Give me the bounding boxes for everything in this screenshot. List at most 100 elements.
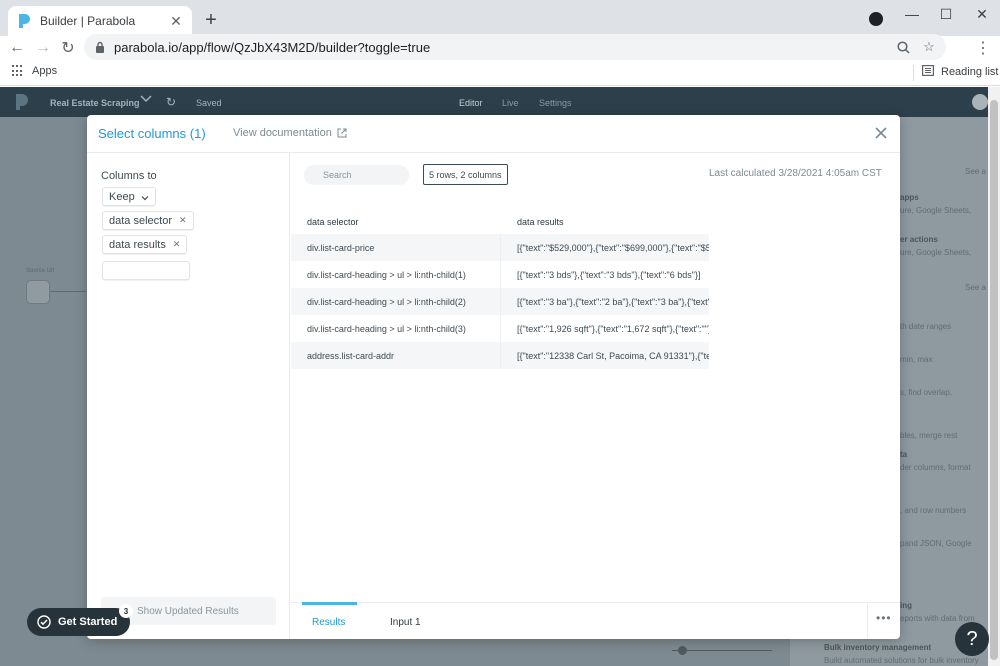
side-panel-text: eports with data from	[900, 614, 975, 623]
browser-menu-icon[interactable]: ⋮	[974, 37, 992, 59]
new-tab-icon[interactable]: +	[200, 9, 222, 31]
table-cell[interactable]: div.list-card-heading > ul > li:nth-chil…	[291, 288, 501, 315]
browser-tabstrip: Builder | Parabola ✕ + — ☐ ✕	[0, 0, 1000, 36]
table-row: address.list-card-addr [{"text":"12338 C…	[291, 342, 709, 369]
project-name: Real Estate Scraping	[50, 98, 140, 108]
side-panel-text[interactable]: See a	[965, 283, 986, 292]
table-cell[interactable]: [{"text":"3 ba"},{"text":"2 ba"},{"text"…	[501, 288, 709, 315]
tab-results[interactable]: Results	[312, 617, 345, 628]
table-cell[interactable]: [{"text":"12338 Carl St, Pacoima, CA 913…	[501, 342, 709, 369]
side-panel-text[interactable]: Bulk inventory management	[824, 643, 931, 652]
table-cell[interactable]: [{"text":"3 bds"},{"text":"3 bds"},{"tex…	[501, 261, 709, 288]
saved-status: Saved	[196, 98, 222, 108]
view-documentation-label: View documentation	[233, 127, 332, 139]
maximize-icon[interactable]: ☐	[928, 0, 964, 28]
more-options-icon[interactable]: •••	[876, 611, 892, 625]
bookmarks-bar: Apps Reading list	[0, 60, 1000, 86]
zoom-slider-handle[interactable]	[678, 646, 687, 655]
forward-icon[interactable]: →	[32, 37, 54, 59]
canvas-node-label: Source Url	[26, 268, 55, 274]
results-pane: 5 rows, 2 columns Last calculated 3/28/2…	[291, 153, 900, 639]
external-link-icon	[337, 128, 347, 138]
tab-live[interactable]: Live	[502, 98, 519, 108]
app-topbar: Real Estate Scraping ↻ Saved Editor Live…	[0, 87, 988, 117]
table-cell[interactable]: div.list-card-heading > ul > li:nth-chil…	[291, 261, 501, 288]
chevron-down-icon	[141, 193, 149, 201]
parabola-favicon-icon	[16, 13, 32, 29]
table-row: div.list-card-heading > ul > li:nth-chil…	[291, 288, 709, 315]
apps-grid-icon	[12, 65, 24, 77]
remove-column-icon[interactable]: ✕	[173, 239, 181, 250]
bookmark-star-icon[interactable]: ☆	[918, 36, 940, 58]
side-panel-text: pand JSON, Google	[900, 539, 972, 548]
side-panel-text: ure, Google Sheets,	[900, 248, 972, 257]
lock-icon	[94, 41, 106, 53]
zoom-slider-track[interactable]	[672, 650, 772, 651]
refresh-icon[interactable]: ↻	[166, 95, 176, 109]
column-chip-data-results[interactable]: data results ✕	[102, 235, 188, 254]
modal-close-icon[interactable]	[873, 125, 889, 141]
browser-toolbar: ← → ↻ parabola.io/app/flow/QzJbX43M2D/bu…	[0, 34, 1000, 60]
add-column-input[interactable]	[102, 261, 190, 280]
reload-icon[interactable]: ↻	[57, 37, 79, 59]
keep-mode-dropdown[interactable]: Keep	[102, 187, 156, 206]
apps-label: Apps	[32, 65, 58, 77]
profile-indicator-icon[interactable]	[869, 12, 883, 26]
table-header-cell[interactable]: data results	[501, 210, 709, 234]
zoom-icon[interactable]	[892, 36, 914, 58]
keep-mode-value: Keep	[109, 190, 135, 203]
rows-columns-badge: 5 rows, 2 columns	[423, 164, 508, 185]
check-circle-icon	[37, 615, 51, 629]
table-row: div.list-card-heading > ul > li:nth-chil…	[291, 315, 709, 342]
modal-header: Select columns (1) View documentation	[87, 115, 900, 153]
remove-column-icon[interactable]: ✕	[179, 215, 187, 226]
page-scrollbar-thumb[interactable]	[990, 100, 998, 660]
last-calculated-text: Last calculated 3/28/2021 4:05am CST	[709, 168, 882, 179]
column-chip-label: data selector	[109, 214, 172, 227]
table-header-row: data selector data results	[291, 210, 709, 234]
tab-input-1[interactable]: Input 1	[390, 617, 421, 628]
help-button[interactable]: ?	[955, 622, 989, 656]
table-header-cell[interactable]: data selector	[291, 210, 501, 234]
browser-tab[interactable]: Builder | Parabola ✕	[8, 6, 192, 36]
side-panel-text: s, find overlap,	[900, 388, 953, 397]
minimize-icon[interactable]: —	[894, 0, 930, 28]
table-row: div.list-card-heading > ul > li:nth-chil…	[291, 261, 709, 288]
avatar[interactable]	[972, 94, 988, 110]
view-documentation-link[interactable]: View documentation	[233, 127, 347, 139]
canvas-connector	[50, 291, 86, 292]
table-cell[interactable]: [{"text":"$529,000"},{"text":"$699,000"}…	[501, 234, 709, 261]
show-updated-results-label: Show Updated Results	[137, 605, 239, 617]
side-panel-text: ure, Google Sheets,	[900, 206, 972, 215]
modal-title: Select columns (1)	[98, 126, 206, 141]
tab-title: Builder | Parabola	[40, 14, 136, 28]
tab-settings[interactable]: Settings	[539, 98, 572, 108]
get-started-button[interactable]: Get Started	[27, 608, 130, 636]
tab-editor[interactable]: Editor	[459, 98, 483, 108]
reading-list-button[interactable]: Reading list	[922, 65, 998, 79]
select-columns-modal: Select columns (1) View documentation Co…	[87, 115, 900, 639]
side-panel-text: bles, merge rest	[900, 431, 958, 440]
search-input[interactable]	[304, 165, 409, 185]
settings-pane: Columns to Keep data selector ✕ data res…	[87, 153, 290, 639]
columns-to-label: Columns to	[101, 170, 157, 182]
table-cell[interactable]: div.list-card-heading > ul > li:nth-chil…	[291, 315, 501, 342]
project-chevron-down-icon[interactable]	[140, 95, 152, 107]
canvas-node[interactable]	[26, 280, 50, 304]
address-bar[interactable]: parabola.io/app/flow/QzJbX43M2D/builder?…	[84, 34, 946, 60]
back-icon[interactable]: ←	[6, 37, 28, 59]
side-panel-text: ta	[900, 450, 908, 459]
table-cell[interactable]: div.list-card-price	[291, 234, 501, 261]
get-started-label: Get Started	[58, 616, 118, 628]
column-chip-label: data results	[109, 238, 166, 251]
table-cell[interactable]: [{"text":"1,926 sqft"},{"text":"1,672 sq…	[501, 315, 709, 342]
column-chip-data-selector[interactable]: data selector ✕	[102, 211, 194, 230]
side-panel-text[interactable]: See a	[965, 167, 986, 176]
tabs-divider	[867, 603, 868, 639]
window-close-icon[interactable]: ✕	[964, 0, 1000, 28]
apps-shortcut[interactable]: Apps	[12, 65, 57, 77]
tab-close-icon[interactable]: ✕	[168, 13, 184, 29]
table-cell[interactable]: address.list-card-addr	[291, 342, 501, 369]
results-table: data selector data results div.list-card…	[291, 210, 709, 369]
get-started-count-badge: 3	[119, 604, 133, 618]
